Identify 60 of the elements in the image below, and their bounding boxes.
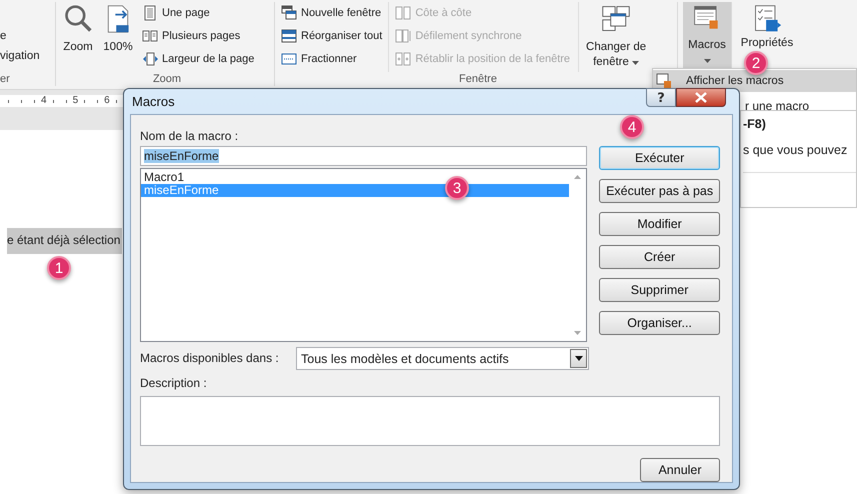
caret-icon [574,356,582,361]
menu-item[interactable]: Afficher les macros [653,70,856,92]
scroll-down-icon[interactable] [574,331,582,335]
menu-item[interactable]: r une macro [742,99,812,113]
ribbon-button[interactable]: Plusieurs pages [140,25,256,47]
description-field[interactable] [140,396,720,446]
caret-icon [632,61,640,65]
dialog-button[interactable]: Créer [599,245,720,269]
templates-dropdown[interactable]: Tous les modèles et documents actifs [296,347,589,370]
switch-window-button[interactable]: Changer de fenêtre [583,2,650,72]
scroll-up-icon[interactable] [574,175,582,179]
window-icon [281,28,297,44]
checklist-icon [752,4,782,34]
dialog-button[interactable]: Exécuter pas à pas [599,179,720,203]
ribbon-button[interactable]: Fractionner [279,48,384,70]
close-button[interactable] [676,88,726,107]
caret-icon [704,59,710,63]
ribbon-button-label[interactable]: e [0,30,55,42]
window-icon [281,51,297,67]
page-icon [142,51,158,67]
ribbon-button[interactable]: Largeur de la page [140,48,256,70]
cancel-button[interactable]: Annuler [640,458,720,482]
macros-button[interactable]: Macros [683,2,731,68]
tooltip-title: -F8) [743,117,766,131]
document-text: e étant déjà sélection [7,228,122,254]
pages-icon [395,5,412,21]
page-icon [142,28,158,44]
dialog-button[interactable]: Modifier [599,212,720,236]
pages-icon [395,28,412,44]
ribbon-button[interactable]: Une page [140,2,256,24]
ruler-number: 4 [41,95,47,107]
pages-icon [395,51,412,67]
properties-button[interactable]: Propriétés [732,2,802,51]
page-icon [142,5,158,21]
group-label: Zoom [152,73,182,85]
help-button[interactable]: ? [646,88,676,107]
macros-icon [656,73,672,89]
ribbon-button[interactable]: Réorganiser tout [279,25,384,47]
dialog-button[interactable]: Organiser... [599,311,720,335]
ribbon-button-label[interactable]: vigation [0,50,55,62]
tooltip-text: s que vous pouvez [743,143,848,157]
dialog-button[interactable]: Supprimer [599,278,720,302]
group-label: Fenêtre [459,73,497,85]
window-title: Macros [132,94,175,109]
window-icon [281,5,297,21]
field-label: Nom de la macro : [140,129,240,144]
zoom-100-button[interactable]: 100% [100,2,136,72]
dialog-button[interactable]: Exécuter [599,146,720,170]
field-label: Description : [140,376,208,391]
windows-icon [601,4,632,34]
magnifier-icon [63,4,93,34]
list-item[interactable]: Macro1 [141,171,188,184]
macro-name-field[interactable]: miseEnForme [140,146,588,166]
ruler-number: 5 [72,95,78,107]
ruler-number: 6 [104,95,110,107]
ribbon-button[interactable]: Nouvelle fenêtre [279,2,384,24]
group-label: er [0,73,10,85]
close-icon [694,92,708,103]
zoom-button[interactable]: Zoom [60,2,96,72]
field-label: Macros disponibles dans : [140,351,280,366]
